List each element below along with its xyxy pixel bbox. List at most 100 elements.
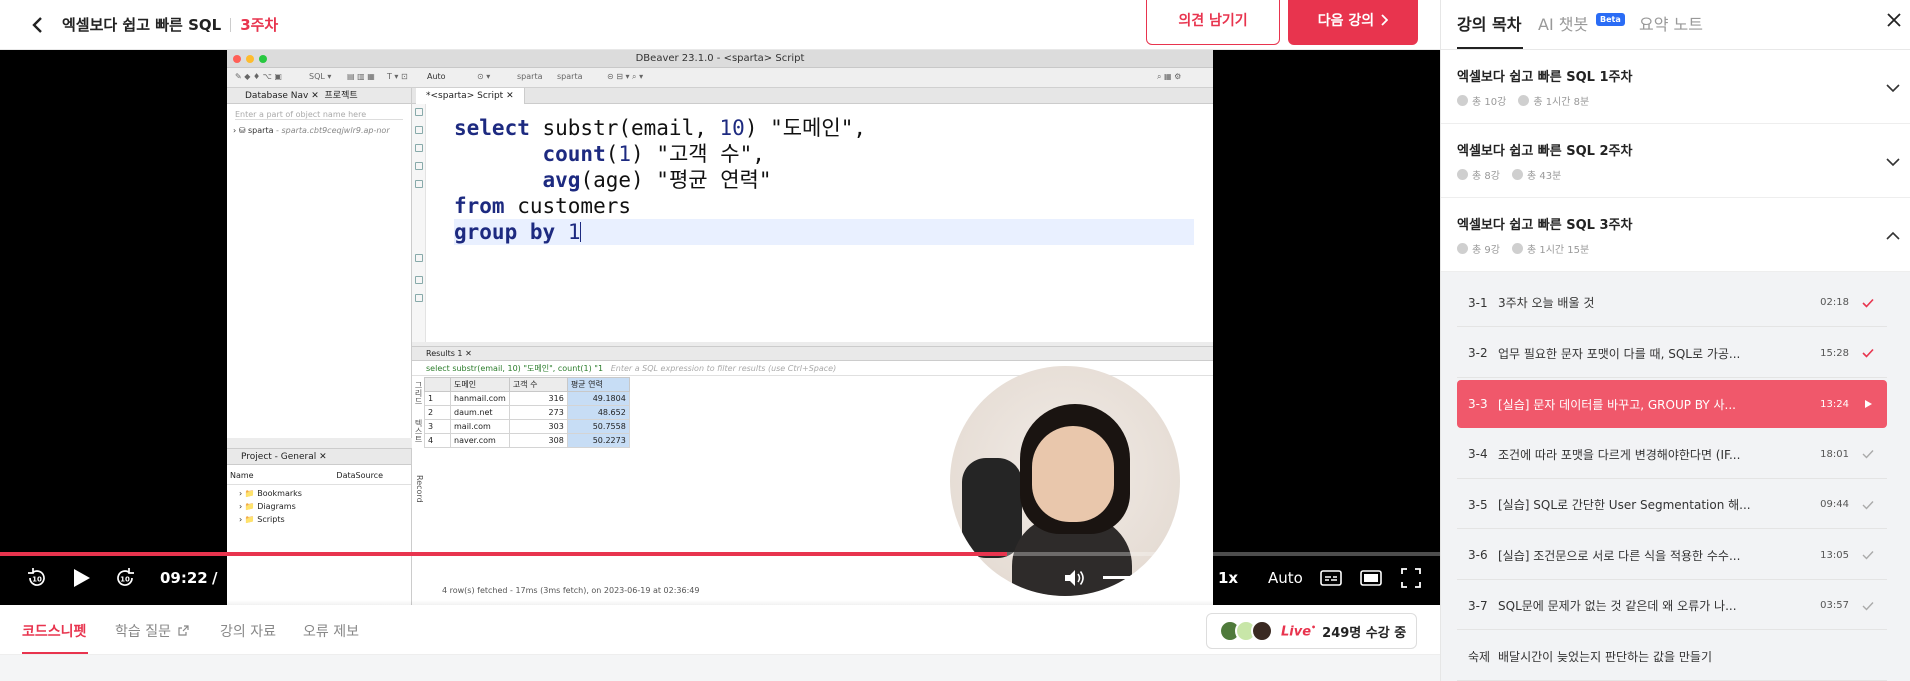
project-tree-item[interactable]: › 📁 Scripts: [239, 513, 411, 526]
editor-tabbar: *<sparta> Script ✕: [412, 88, 1213, 104]
theater-mode-icon[interactable]: [1358, 565, 1384, 591]
code-line: count(1) "고객 수",: [454, 141, 1184, 167]
tab-questions[interactable]: 학습 질문: [115, 621, 190, 641]
speed-button[interactable]: 1x: [1218, 569, 1238, 587]
window-titlebar: DBeaver 23.1.0 - <sparta> Script: [227, 50, 1213, 68]
tab-ai-chatbot[interactable]: AI 챗봇: [1538, 11, 1588, 35]
lesson-item[interactable]: 3-4 조건에 따라 포맷을 다르게 변경해야한다면 (IF... 18:01: [1457, 431, 1887, 479]
cell-domain: daum.net: [450, 405, 510, 420]
live-text: Live: [1281, 624, 1312, 640]
lesson-item[interactable]: 3-5 [실습] SQL로 간단한 User Segmentation 해... 0…: [1457, 481, 1887, 529]
lesson-duration: 09:44: [1820, 499, 1849, 510]
project-tree-item[interactable]: › 📁 Bookmarks: [239, 487, 411, 500]
lesson-count-icon: [1457, 95, 1468, 106]
week-duration: 총 1시간 15분: [1526, 245, 1590, 256]
volume-fill: [1103, 576, 1172, 579]
lesson-item[interactable]: 3-6 [실습] 조건문으로 서로 다른 식을 적용한 수수... 13:05: [1457, 532, 1887, 580]
lesson-title: [실습] 문자 데이터를 바꾸고, GROUP BY 사...: [1498, 397, 1736, 412]
table-row[interactable]: 4 naver.com 308 50.2273: [424, 433, 630, 448]
back-arrow-icon[interactable]: [26, 14, 48, 36]
clock-icon: [1511, 243, 1523, 254]
play-icon[interactable]: [68, 565, 94, 591]
lesson-item-current[interactable]: 3-3 [실습] 문자 데이터를 바꾸고, GROUP BY 사... 13:24: [1457, 380, 1887, 428]
week-section[interactable]: 엑셀보다 쉽고 빠른 SQL 3주차 총 9강 총 1시간 15분: [1441, 198, 1910, 272]
volume-icon[interactable]: [1061, 565, 1087, 591]
chevron-down-icon[interactable]: [1885, 80, 1901, 96]
clock-icon: [1511, 169, 1523, 180]
code-keyword: select: [454, 116, 530, 140]
lesson-title: [실습] 조건문으로 서로 다른 식을 적용한 수수...: [1498, 548, 1741, 563]
feedback-button[interactable]: 의견 남기기: [1146, 0, 1280, 45]
grid-header-domain: 도메인: [450, 377, 510, 392]
tab-summary-notes[interactable]: 요약 노트: [1639, 11, 1703, 35]
tab-code-snippet[interactable]: 코드스니펫: [22, 621, 86, 641]
lesson-item[interactable]: 3-2 업무 필요한 문자 포맷이 다를 때, SQL로 가공... 15:28: [1457, 330, 1887, 378]
row-number: 3: [424, 419, 451, 434]
live-viewers-badge: Live• 249명 수강 중: [1206, 613, 1417, 649]
cell-avg: 50.2273: [566, 433, 630, 448]
row-number: 2: [424, 405, 451, 420]
project-col-name: Name: [230, 471, 254, 480]
dbeaver-toolbar: ✎ ◆ ♦ ⌥ ▣ SQL ▾ ▤ ▥ ▦ T ▾ ⊡ Auto ⊙ ▾ spa…: [227, 68, 1213, 88]
lesson-number: 3-6: [1468, 548, 1488, 562]
lesson-item[interactable]: 3-7 SQL문에 문제가 없는 것 같은데 왜 오류가 나... 03:57: [1457, 582, 1887, 630]
check-icon: [1861, 346, 1875, 360]
folder-icon: › 📁: [239, 502, 258, 511]
tab-error-report[interactable]: 오류 제보: [303, 621, 359, 641]
week-section[interactable]: 엑셀보다 쉽고 빠른 SQL 2주차 총 8강 총 43분: [1441, 124, 1910, 198]
code-number: 10: [719, 116, 745, 140]
week-meta: 총 9강 총 1시간 15분: [1457, 241, 1589, 256]
toolbar-sparta-2: sparta: [557, 72, 583, 81]
fullscreen-icon[interactable]: [1398, 565, 1424, 591]
quality-button[interactable]: Auto: [1268, 569, 1303, 587]
video-player[interactable]: DBeaver 23.1.0 - <sparta> Script ✎ ◆ ♦ ⌥…: [0, 50, 1440, 605]
volume-slider[interactable]: [1103, 576, 1189, 579]
cell-domain: hanmail.com: [450, 391, 510, 406]
rewind-10-icon[interactable]: 10: [24, 565, 50, 591]
cell-count: 308: [508, 433, 568, 448]
tab-curriculum[interactable]: 강의 목차: [1457, 11, 1521, 35]
connection-node: › ⛁ sparta - sparta.cbt9ceqjwlr9.ap-nor: [233, 126, 390, 135]
code-line: group by 1: [454, 219, 1194, 245]
time-separator: /: [212, 569, 218, 587]
tab-materials[interactable]: 강의 자료: [220, 621, 276, 641]
editor-tab: *<sparta> Script ✕: [416, 88, 525, 104]
grid-header-count: 고객 수: [508, 377, 568, 392]
chevron-down-icon[interactable]: [1885, 154, 1901, 170]
table-row[interactable]: 2 daum.net 273 48.652: [424, 405, 630, 420]
course-title: 엑셀보다 쉽고 빠른 SQL: [62, 16, 222, 34]
bottom-tabs: 코드스니펫 학습 질문 강의 자료 오류 제보 Live• 249명 수강 중: [0, 605, 1440, 655]
progress-fill: [0, 552, 1007, 556]
svg-text:10: 10: [32, 576, 42, 584]
project-tree-item[interactable]: › 📁 Diagrams: [239, 500, 411, 513]
subtitles-icon[interactable]: [1318, 565, 1344, 591]
week-title: 엑셀보다 쉽고 빠른 SQL 1주차: [1457, 70, 1633, 85]
check-icon: [1861, 649, 1875, 663]
table-row[interactable]: 3 mail.com 303 50.7558: [424, 419, 630, 434]
editor-gutter: [412, 104, 426, 342]
close-icon[interactable]: [1885, 11, 1903, 29]
code-keyword: count: [454, 142, 606, 166]
lesson-count: 총 9강: [1472, 245, 1500, 256]
database-navigator: Database Nav ✕ 프로젝트 Enter a part of obje…: [227, 88, 412, 438]
avatar: [1251, 620, 1273, 642]
current-time: 09:22: [160, 569, 208, 587]
chevron-up-icon[interactable]: [1885, 228, 1901, 244]
forward-10-icon[interactable]: 10: [112, 565, 138, 591]
next-lesson-button[interactable]: 다음 강의: [1288, 0, 1418, 45]
progress-bar[interactable]: [0, 552, 1440, 556]
code-number: 1: [618, 142, 632, 166]
lesson-item[interactable]: 숙제 배달시간이 늦었는지 판단하는 값을 만들기: [1457, 633, 1887, 681]
cell-avg: 49.1804: [566, 391, 630, 406]
code-text: ) "고객 수",: [631, 142, 765, 166]
editor-tab-label: *<sparta> Script: [426, 91, 504, 101]
cell-count: 316: [508, 391, 568, 406]
lesson-count-icon: [1457, 169, 1468, 180]
object-filter: Enter a part of object name here: [235, 110, 403, 120]
week-section[interactable]: 엑셀보다 쉽고 빠른 SQL 1주차 총 10강 총 1시간 8분: [1441, 50, 1910, 124]
lesson-item[interactable]: 3-1 3주차 오늘 배울 것 02:18: [1457, 279, 1887, 327]
table-row[interactable]: 1 hanmail.com 316 49.1804: [424, 391, 630, 406]
cell-domain: mail.com: [450, 419, 510, 434]
cell-count: 273: [508, 405, 568, 420]
lesson-number: 숙제: [1468, 649, 1491, 664]
